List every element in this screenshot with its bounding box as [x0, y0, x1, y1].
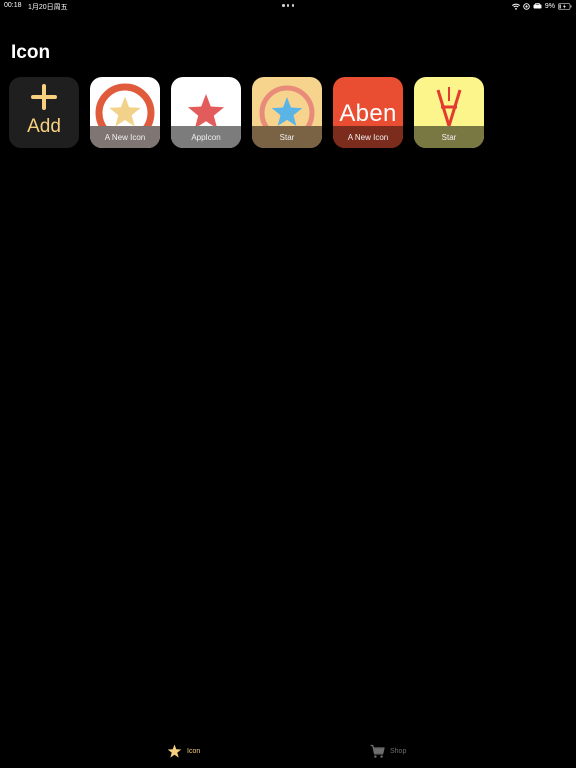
add-icon-button[interactable]: Add [9, 77, 79, 148]
location-icon [523, 2, 530, 10]
multitasking-dots-icon[interactable] [282, 4, 294, 7]
status-time: 00:18 [4, 2, 22, 9]
tile-caption: Star [252, 126, 322, 148]
tile-caption: A New Icon [90, 126, 160, 148]
battery-percent: 9% [544, 2, 555, 10]
icon-tile[interactable]: A New Icon [90, 77, 160, 148]
icon-tile[interactable]: AppIcon [171, 77, 241, 148]
status-bar: 00:18 1月20日周五 9% [0, 0, 576, 12]
tab-icon[interactable]: Icon [167, 744, 200, 759]
cart-icon [370, 744, 385, 758]
status-indicators: 9% [511, 1, 572, 11]
aben-text: Aben [339, 100, 397, 127]
icon-tile[interactable]: Aben A New Icon [333, 77, 403, 148]
tile-caption: AppIcon [171, 126, 241, 148]
icon-tile[interactable]: Star [414, 77, 484, 148]
wifi-icon [511, 3, 520, 10]
add-label: Add [27, 116, 61, 137]
tab-label: Shop [390, 748, 407, 755]
app-screen: 00:18 1月20日周五 9% Icon Add A New Icon App… [0, 0, 576, 768]
tile-caption: A New Icon [333, 126, 403, 148]
plus-icon [31, 84, 57, 110]
vpn-icon [533, 3, 542, 9]
icon-tile[interactable]: Star [252, 77, 322, 148]
page-title: Icon [11, 42, 51, 63]
tab-label: Icon [187, 748, 201, 755]
charging-icon [563, 3, 566, 9]
battery-icon [558, 2, 572, 10]
star-icon [167, 744, 182, 758]
status-date: 1月20日周五 [28, 4, 68, 11]
tile-caption: Star [414, 126, 484, 148]
tab-shop[interactable]: Shop [370, 744, 406, 759]
tab-bar: Icon Shop [0, 738, 576, 768]
icon-grid: Add A New Icon AppIcon Star Aben A New I… [9, 77, 484, 148]
